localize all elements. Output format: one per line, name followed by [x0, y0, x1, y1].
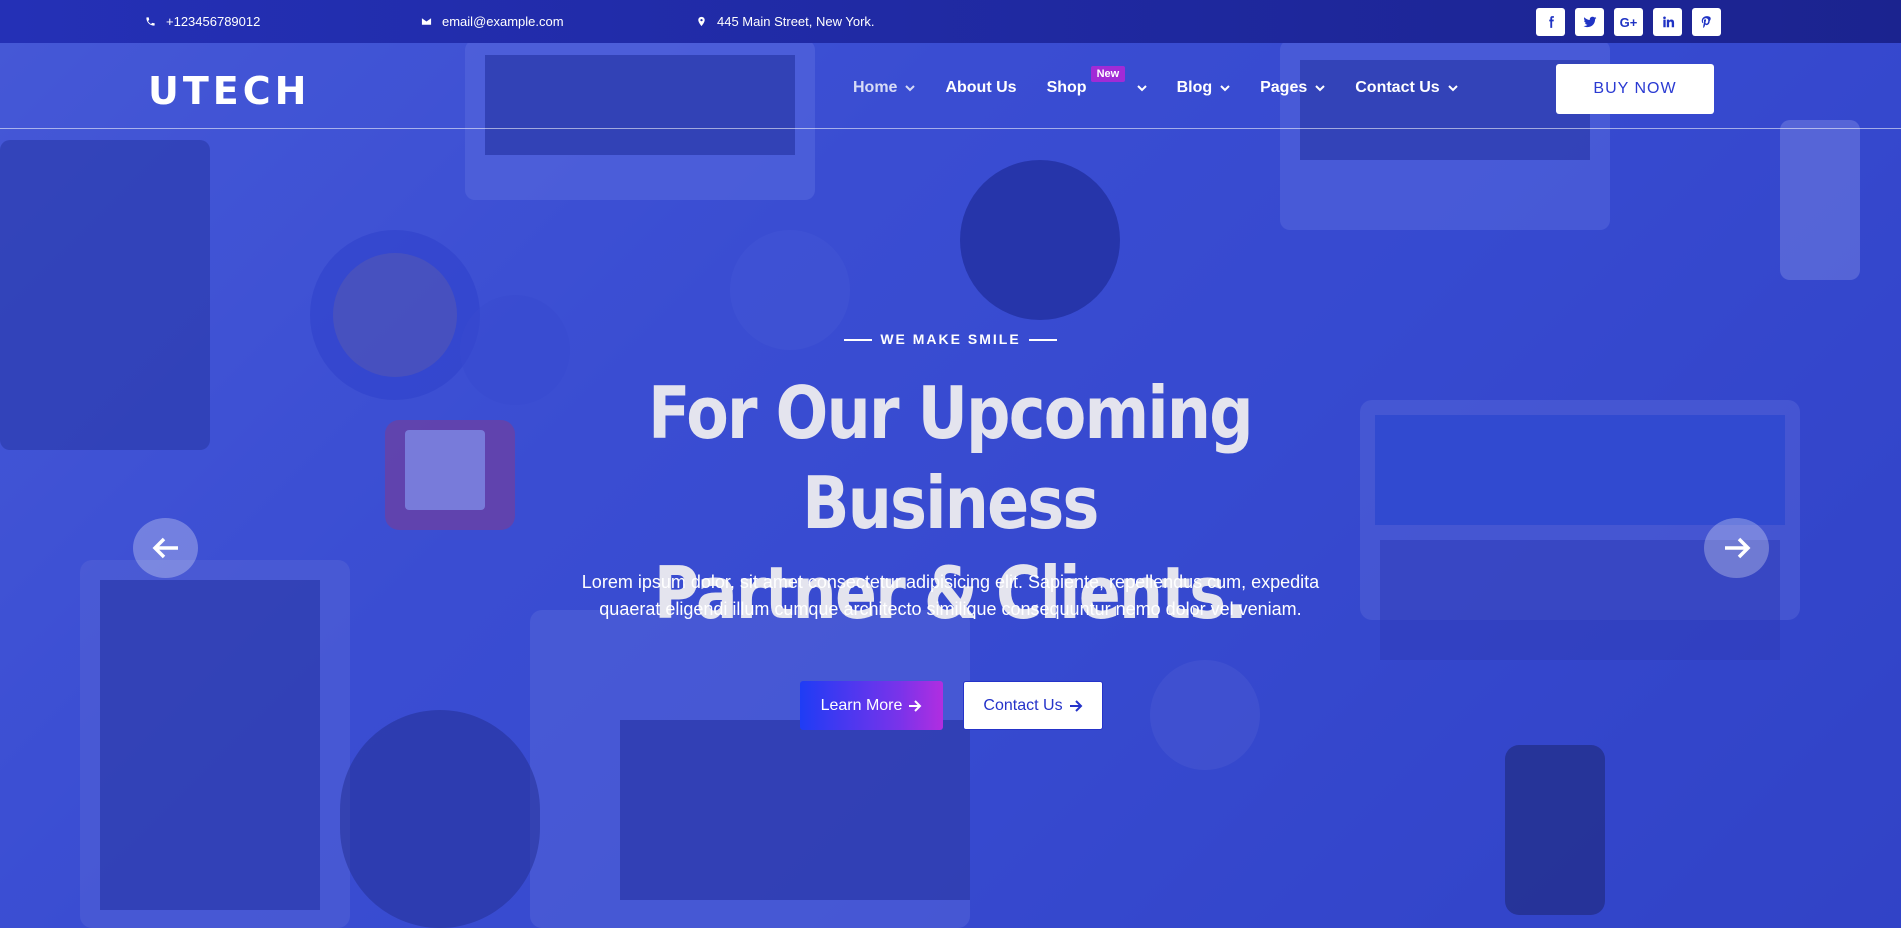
facebook-link[interactable]: [1536, 8, 1565, 36]
arrow-right-icon: [1724, 537, 1750, 559]
linkedin-icon: [1662, 16, 1674, 28]
learn-more-button[interactable]: Learn More: [800, 681, 943, 730]
nav-item-pages[interactable]: Pages: [1260, 79, 1325, 97]
contact-us-button[interactable]: Contact Us: [963, 681, 1103, 730]
nav-item-label: About Us: [945, 79, 1017, 96]
chevron-down-icon: [1220, 85, 1230, 92]
nav-item-label: Pages: [1260, 79, 1308, 96]
nav-item-label: Contact Us: [1355, 79, 1440, 96]
slider-prev-button[interactable]: [133, 518, 198, 578]
headline-line-1: For Our Upcoming Business: [648, 371, 1253, 545]
arrow-left-icon: [152, 537, 178, 559]
phone-number: +123456789012: [166, 14, 261, 29]
map-pin-icon: [698, 16, 705, 27]
nav-item-label: Home: [853, 79, 898, 96]
hero-description: Lorem ipsum dolor, sit amet consectetur …: [581, 572, 1320, 619]
learn-more-label: Learn More: [820, 696, 903, 714]
chevron-down-icon: [1447, 85, 1458, 92]
google-plus-icon: G+: [1619, 14, 1638, 30]
facebook-icon: [1548, 16, 1554, 28]
email-info[interactable]: email@example.com: [421, 14, 564, 29]
new-badge: New: [1090, 66, 1126, 82]
nav-item-label: Shop: [1046, 79, 1087, 96]
buy-now-button[interactable]: BUY NOW: [1556, 64, 1714, 114]
eyebrow-line-left: [844, 339, 873, 342]
nav-item-about[interactable]: About Us: [945, 79, 1016, 97]
nav-item-label: Blog: [1176, 79, 1213, 96]
email-address: email@example.com: [442, 14, 564, 29]
linkedin-link[interactable]: [1653, 8, 1682, 36]
site-logo[interactable]: UTECH: [148, 69, 310, 113]
nav-item-contact[interactable]: Contact Us: [1355, 79, 1458, 97]
twitter-icon: [1583, 16, 1596, 28]
hero-eyebrow: WE MAKE SMILE: [0, 331, 1901, 347]
google-plus-link[interactable]: G+: [1614, 8, 1643, 36]
phone-info[interactable]: +123456789012: [145, 14, 260, 29]
envelope-icon: [421, 18, 432, 25]
pinterest-icon: [1701, 16, 1711, 28]
chevron-down-icon: [1136, 85, 1147, 92]
slider-next-button[interactable]: [1704, 518, 1769, 578]
chevron-down-icon: [1315, 85, 1325, 92]
top-bar: +123456789012 email@example.com 445 Main…: [0, 0, 1901, 43]
arrow-right-icon: [909, 699, 922, 712]
chevron-down-icon: [905, 85, 916, 92]
twitter-link[interactable]: [1575, 8, 1604, 36]
nav-item-shop[interactable]: Shop New: [1046, 66, 1147, 97]
contact-us-label: Contact Us: [983, 696, 1063, 714]
arrow-right-icon: [1069, 699, 1082, 712]
nav-item-home[interactable]: Home: [853, 79, 916, 97]
eyebrow-text: WE MAKE SMILE: [880, 331, 1021, 347]
eyebrow-line-right: [1028, 339, 1057, 342]
phone-icon: [146, 17, 155, 26]
nav-menu: Home About Us Shop New Blog Pages Contac…: [853, 66, 1488, 97]
address-text: 445 Main Street, New York.: [717, 14, 875, 29]
address-info: 445 Main Street, New York.: [696, 14, 875, 29]
social-links: G+: [1536, 8, 1721, 36]
nav-item-blog[interactable]: Blog: [1177, 79, 1231, 97]
main-navigation: UTECH Home About Us Shop New Blog Pages …: [0, 43, 1901, 129]
pinterest-link[interactable]: [1692, 8, 1721, 36]
